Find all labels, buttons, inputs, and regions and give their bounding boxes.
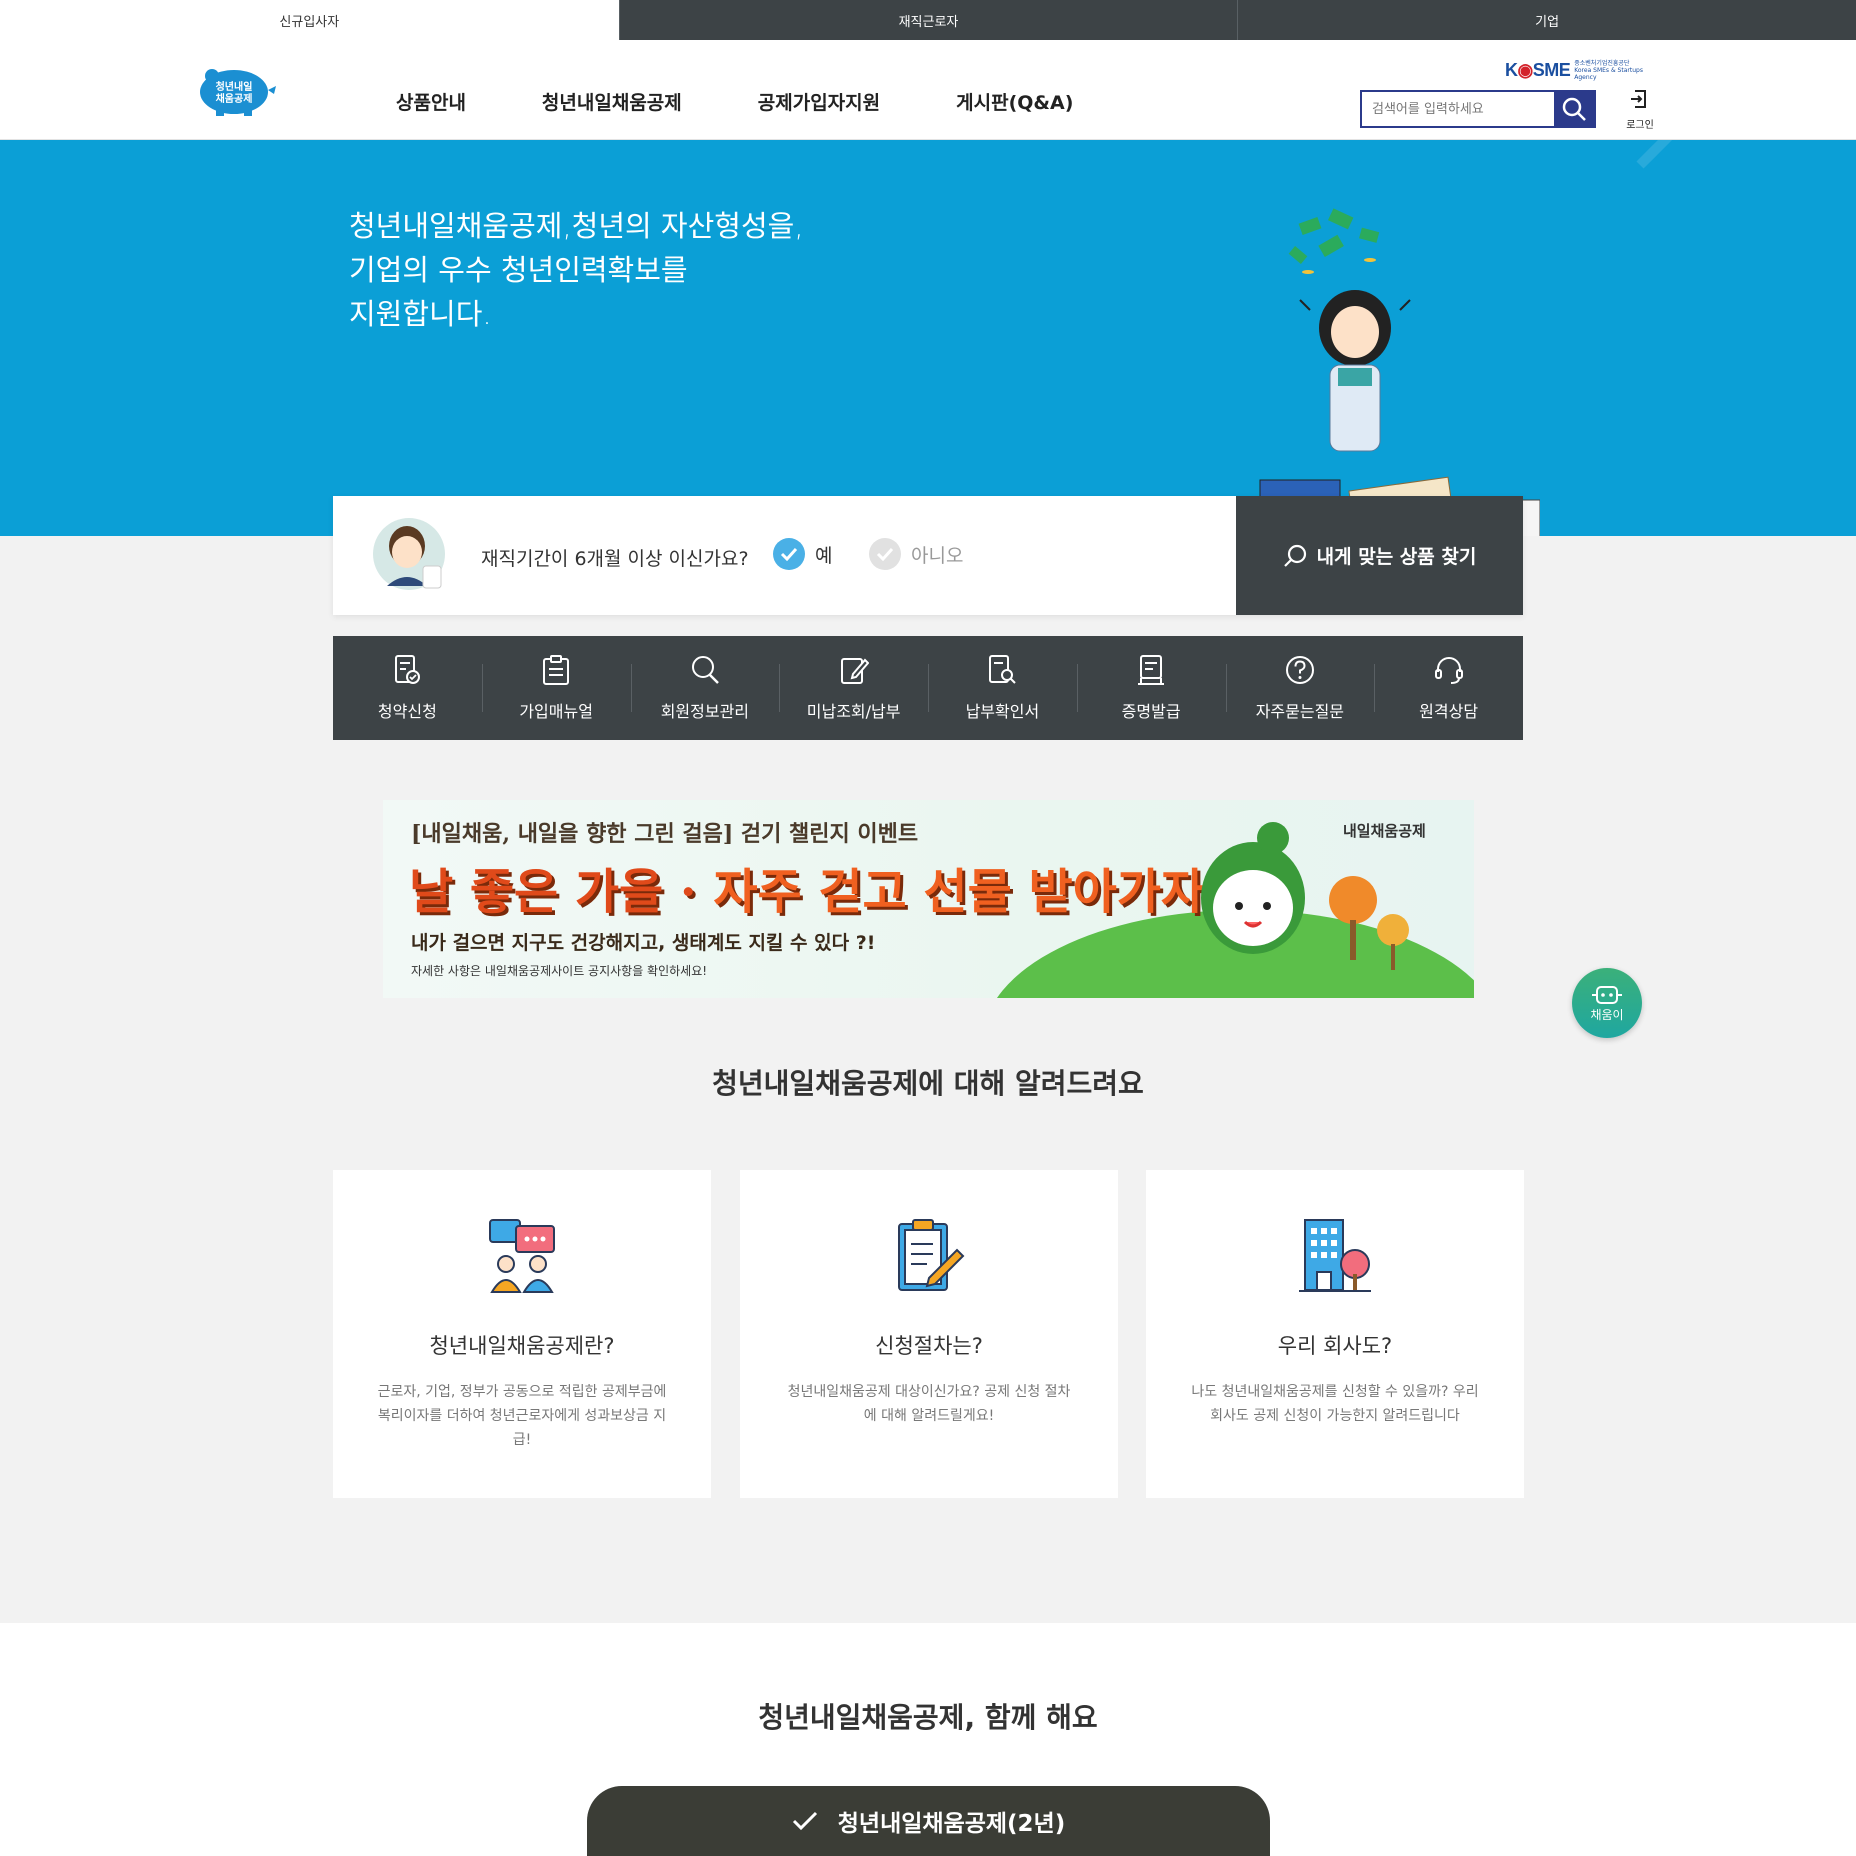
product-2year-button[interactable]: 청년내일채움공제(2년) — [587, 1786, 1270, 1856]
people-chat-icon — [489, 1219, 555, 1293]
search-icon — [1283, 544, 1306, 567]
eligibility-question-bar: 재직기간이 6개월 이상 이신가요? 예 아니오 내게 맞는 상품 찾기 — [333, 496, 1523, 615]
nav-youth-fund[interactable]: 청년내일채움공제 — [542, 88, 682, 115]
quick-remote-consult[interactable]: 원격상담 — [1374, 636, 1523, 740]
clipboard-icon — [543, 655, 570, 685]
headset-icon — [1434, 657, 1463, 684]
kosme-logo[interactable]: K◉SME 중소벤처기업진흥공단 Korea SMEs & Startups A… — [1505, 60, 1644, 81]
answer-yes[interactable]: 예 — [773, 538, 832, 570]
nav-member-support[interactable]: 공제가입자지원 — [758, 88, 880, 115]
login-icon — [1631, 90, 1646, 108]
document-check-icon — [395, 655, 421, 684]
main-nav: 상품안내 청년내일채움공제 공제가입자지원 게시판(Q&A) — [396, 88, 1149, 115]
svg-text:채움공제: 채움공제 — [216, 92, 253, 105]
card-title: 우리 회사도? — [1277, 1334, 1393, 1358]
quick-certificate[interactable]: 증명발급 — [1076, 636, 1226, 740]
search-box — [1360, 90, 1596, 128]
check-icon — [869, 538, 901, 570]
search-icon — [1562, 97, 1586, 121]
search-button[interactable] — [1554, 92, 1594, 126]
mascot-illustration — [1201, 822, 1305, 954]
tab-company[interactable]: 기업 — [1237, 0, 1856, 40]
question-text: 재직기간이 6개월 이상 이신가요? — [481, 548, 749, 570]
quick-manual[interactable]: 가입매뉴얼 — [481, 636, 631, 740]
search-icon — [691, 656, 719, 684]
svg-text:청년내일: 청년내일 — [216, 80, 253, 93]
edit-icon — [840, 658, 869, 684]
autumn-tree-icon — [1329, 876, 1409, 970]
check-icon — [792, 1811, 817, 1831]
quick-faq[interactable]: 자주묻는질문 — [1225, 636, 1375, 740]
document-search-icon — [989, 655, 1017, 684]
audience-tabs: 신규입사자 재직근로자 기업 — [0, 0, 1856, 40]
robot-icon — [1592, 985, 1622, 1004]
about-section-title: 청년내일채움공제에 대해 알려드려요 — [712, 1067, 1144, 1100]
hero-illustration — [1221, 208, 1540, 536]
quick-subscribe[interactable]: 청약신청 — [333, 636, 482, 740]
answer-no[interactable]: 아니오 — [869, 538, 963, 570]
login-button[interactable]: 로그인 — [1622, 88, 1658, 131]
header: 청년내일 채움공제 상품안내 청년내일채움공제 공제가입자지원 게시판(Q&A)… — [0, 40, 1856, 140]
kosme-o-mark: ◉ — [1517, 60, 1534, 80]
building-tree-icon — [1299, 1219, 1371, 1292]
card-description: 근로자, 기업, 정부가 공동으로 적립한 공제부금에 복리이자를 더하여 청년… — [377, 1384, 667, 1448]
card-description: 나도 청년내일채움공제를 신청할 수 있을까? 우리 회사도 공제 신청이 가능… — [1191, 1384, 1479, 1424]
card-description: 청년내일채움공제 대상이신가요? 공제 신청 절차에 대해 알려드릴게요! — [787, 1384, 1071, 1424]
banner-tagline: 내가 걸으면 지구도 건강해지고, 생태계도 지킬 수 있다 ?! — [411, 932, 876, 954]
tab-new-employee[interactable]: 신규입사자 — [0, 0, 619, 40]
info-card-our-company[interactable]: 우리 회사도? 나도 청년내일채움공제를 신청할 수 있을까? 우리 회사도 공… — [1146, 1170, 1524, 1498]
certificate-icon — [1138, 655, 1165, 685]
quick-payment-confirm[interactable]: 납부확인서 — [928, 636, 1077, 740]
info-card-what-is[interactable]: 청년내일채움공제란? 근로자, 기업, 정부가 공동으로 적립한 공제부금에 복… — [333, 1170, 711, 1498]
avatar — [373, 518, 445, 590]
banner-headline: 날 좋은 가을 · 자주 걷고 선물 받아가자! — [409, 864, 1227, 920]
tab-current-employee[interactable]: 재직근로자 — [618, 0, 1238, 40]
together-section-title: 청년내일채움공제, 함께 해요 — [758, 1701, 1098, 1734]
chatbot-button[interactable]: 채움이 — [1572, 968, 1642, 1038]
search-input[interactable] — [1362, 92, 1554, 126]
nav-product-info[interactable]: 상품안내 — [396, 88, 466, 115]
quick-member-info[interactable]: 회원정보관리 — [630, 636, 780, 740]
quick-menu: 청약신청 가입매뉴얼 회원정보관리 미납조회/납부 납부확인서 증명발급 자주묻… — [333, 636, 1523, 740]
clipboard-pen-icon — [898, 1219, 965, 1291]
info-card-procedure[interactable]: 신청절차는? 청년내일채움공제 대상이신가요? 공제 신청 절차에 대해 알려드… — [740, 1170, 1118, 1498]
question-icon — [1285, 656, 1314, 684]
event-banner[interactable]: [내일채움, 내일을 향한 그린 걸음] 걷기 챌린지 이벤트 날 좋은 가을 … — [383, 800, 1474, 998]
hero-section: 청년내일채움공제,청년의 자산형성을, 기업의 우수 청년인력확보를 지원합니다… — [0, 140, 1856, 536]
find-product-button[interactable]: 내게 맞는 상품 찾기 — [1236, 496, 1523, 615]
card-title: 신청절차는? — [875, 1334, 983, 1358]
banner-note: 자세한 사항은 내일채움공제사이트 공지사항을 확인하세요! — [411, 964, 708, 978]
site-logo[interactable]: 청년내일 채움공제 — [196, 64, 278, 116]
card-title: 청년내일채움공제란? — [429, 1334, 615, 1358]
check-icon — [773, 538, 805, 570]
banner-brand-logo: 내일채움공제 — [1343, 822, 1426, 840]
nav-board-qna[interactable]: 게시판(Q&A) — [956, 88, 1073, 115]
quick-unpaid[interactable]: 미납조회/납부 — [779, 636, 928, 740]
hero-headline: 청년내일채움공제,청년의 자산형성을, 기업의 우수 청년인력확보를 지원합니다… — [349, 209, 804, 331]
hero-decoration — [1636, 140, 1814, 169]
banner-subtitle: [내일채움, 내일을 향한 그린 걸음] 걷기 챌린지 이벤트 — [411, 821, 919, 847]
